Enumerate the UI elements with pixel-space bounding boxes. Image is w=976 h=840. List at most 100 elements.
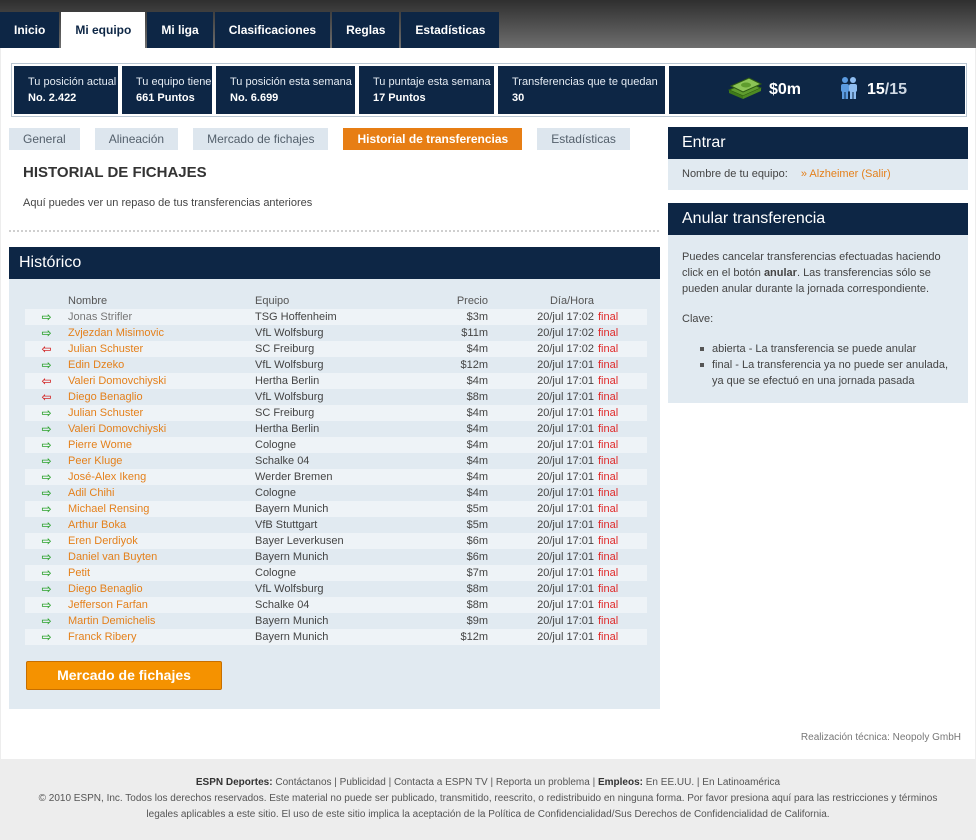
- price-cell: $5m: [403, 517, 488, 533]
- player-name[interactable]: Julian Schuster: [68, 407, 143, 419]
- date-cell: 20/jul 17:01: [488, 357, 598, 373]
- nav-tab-estadisticas[interactable]: Estadísticas: [401, 12, 500, 48]
- team-cell: TSG Hoffenheim: [255, 309, 403, 325]
- player-name-cell: Valeri Domovchiyski: [68, 421, 255, 437]
- nav-tab-inicio[interactable]: Inicio: [0, 12, 60, 48]
- arrow-right-icon: ⇨: [41, 437, 52, 452]
- arrow-right-icon: ⇨: [41, 501, 52, 516]
- date-cell: 20/jul 17:01: [488, 421, 598, 437]
- nav-tab-clasificaciones[interactable]: Clasificaciones: [214, 12, 331, 48]
- date-cell: 20/jul 17:01: [488, 517, 598, 533]
- stat-transfers-left: Transferencias que te quedan 30: [498, 66, 665, 114]
- table-row: ⇦ Julian Schuster SC Freiburg $4m 20/jul 17:…: [25, 341, 647, 357]
- price-cell: $8m: [403, 581, 488, 597]
- stat-current-position: Tu posición actual No. 2.422: [14, 66, 118, 114]
- player-name: Jonas Strifler: [68, 311, 133, 323]
- player-name[interactable]: Jefferson Farfan: [68, 599, 148, 611]
- nav-tab-mi-liga[interactable]: Mi liga: [147, 12, 213, 48]
- status-cell: final: [598, 341, 647, 357]
- arrow-right-icon: ⇨: [41, 613, 52, 628]
- anular-body: Puedes cancelar transferencias efectuada…: [668, 235, 968, 389]
- subtab-alineacion[interactable]: Alineación: [94, 128, 179, 150]
- table-row: ⇨ Jonas Strifler TSG Hoffenheim $3m 20/jul 1…: [25, 309, 647, 325]
- player-name[interactable]: Petit: [68, 567, 90, 579]
- date-cell: 20/jul 17:01: [488, 485, 598, 501]
- player-name-cell: Julian Schuster: [68, 405, 255, 421]
- subtab-estadisticas[interactable]: Estadísticas: [537, 128, 630, 150]
- team-logout-link[interactable]: » Alzheimer (Salir): [801, 168, 891, 180]
- team-subtabs: General Alineación Mercado de fichajes H…: [9, 128, 645, 150]
- player-name[interactable]: Valeri Domovchiyski: [68, 375, 166, 387]
- stat-label: Tu equipo tiene: [136, 76, 212, 88]
- direction-cell: ⇨: [25, 613, 68, 629]
- price-cell: $8m: [403, 597, 488, 613]
- table-row: ⇨ Franck Ribery Bayern Munich $12m 20/jul 17…: [25, 629, 647, 645]
- player-name[interactable]: Franck Ribery: [68, 631, 136, 643]
- player-name[interactable]: Pierre Wome: [68, 439, 132, 451]
- money-stack-icon: [727, 76, 763, 105]
- footer-jobs-links[interactable]: En EE.UU. | En Latinoamérica: [646, 777, 780, 788]
- player-name[interactable]: Daniel van Buyten: [68, 551, 157, 563]
- direction-cell: ⇨: [25, 629, 68, 645]
- price-cell: $9m: [403, 613, 488, 629]
- player-name[interactable]: Edin Dzeko: [68, 359, 124, 371]
- header-price: Precio: [456, 295, 488, 307]
- date-cell: 20/jul 17:01: [488, 549, 598, 565]
- clave-label: Clave:: [682, 313, 714, 325]
- player-name[interactable]: Martin Demichelis: [68, 615, 155, 627]
- player-name[interactable]: Peer Kluge: [68, 455, 122, 467]
- nav-tab-reglas[interactable]: Reglas: [332, 12, 400, 48]
- anular-panel: Anular transferencia Puedes cancelar tra…: [668, 203, 968, 403]
- player-name[interactable]: Eren Derdiyok: [68, 535, 138, 547]
- team-cell: Cologne: [255, 485, 403, 501]
- player-name[interactable]: Arthur Boka: [68, 519, 126, 531]
- price-cell: $12m: [403, 629, 488, 645]
- direction-cell: ⇦: [25, 341, 68, 357]
- player-name[interactable]: Zvjezdan Misimovic: [68, 327, 164, 339]
- price-cell: $3m: [403, 309, 488, 325]
- date-cell: 20/jul 17:01: [488, 405, 598, 421]
- stat-team-points: Tu equipo tiene 661 Puntos: [122, 66, 212, 114]
- player-name[interactable]: Julian Schuster: [68, 343, 143, 355]
- status-cell: final: [598, 549, 647, 565]
- player-name[interactable]: Diego Benaglio: [68, 391, 143, 403]
- arrow-right-icon: ⇨: [41, 597, 52, 612]
- table-row: ⇦ Valeri Domovchiyski Hertha Berlin $4m 20/j…: [25, 373, 647, 389]
- player-name[interactable]: Michael Rensing: [68, 503, 149, 515]
- clave-item-abierta: abierta - La transferencia se puede anul…: [700, 341, 954, 357]
- status-cell: final: [598, 533, 647, 549]
- player-name-cell: Julian Schuster: [68, 341, 255, 357]
- date-cell: 20/jul 17:01: [488, 373, 598, 389]
- arrow-right-icon: ⇨: [41, 581, 52, 596]
- team-cell: Bayern Munich: [255, 613, 403, 629]
- status-cell: final: [598, 389, 647, 405]
- arrow-right-icon: ⇨: [41, 533, 52, 548]
- subtab-general[interactable]: General: [9, 128, 80, 150]
- team-cell: VfL Wolfsburg: [255, 389, 403, 405]
- top-bar: Inicio Mi equipo Mi liga Clasificaciones…: [0, 0, 976, 48]
- table-row: ⇨ Pierre Wome Cologne $4m 20/jul 17:01 final: [25, 437, 647, 453]
- player-name[interactable]: José-Alex Ikeng: [68, 471, 146, 483]
- table-row: ⇦ Diego Benaglio VfL Wolfsburg $8m 20/jul 17…: [25, 389, 647, 405]
- table-row: ⇨ Arthur Boka VfB Stuttgart $5m 20/jul 17:01…: [25, 517, 647, 533]
- table-header-row: Nombre Equipo Precio Día/Hora: [25, 293, 647, 309]
- header-team: Equipo: [255, 295, 290, 307]
- nav-tab-mi-equipo[interactable]: Mi equipo: [61, 12, 146, 48]
- price-cell: $4m: [403, 469, 488, 485]
- player-name[interactable]: Valeri Domovchiyski: [68, 423, 166, 435]
- date-cell: 20/jul 17:01: [488, 597, 598, 613]
- footer-nav-links[interactable]: Contáctanos | Publicidad | Contacta a ES…: [275, 777, 595, 788]
- date-cell: 20/jul 17:01: [488, 565, 598, 581]
- direction-cell: ⇨: [25, 565, 68, 581]
- price-cell: $7m: [403, 565, 488, 581]
- player-name[interactable]: Diego Benaglio: [68, 583, 143, 595]
- mercado-de-fichajes-button[interactable]: Mercado de fichajes: [26, 661, 222, 690]
- stat-label: Transferencias que te quedan: [512, 76, 658, 88]
- player-name[interactable]: Adil Chihi: [68, 487, 114, 499]
- subtab-mercado-de-fichajes[interactable]: Mercado de fichajes: [193, 128, 329, 150]
- player-name-cell: Diego Benaglio: [68, 581, 255, 597]
- footer-jobs-label: Empleos:: [597, 777, 643, 788]
- price-cell: $4m: [403, 405, 488, 421]
- status-cell: final: [598, 517, 647, 533]
- subtab-historial-de-transferencias[interactable]: Historial de transferencias: [343, 128, 523, 150]
